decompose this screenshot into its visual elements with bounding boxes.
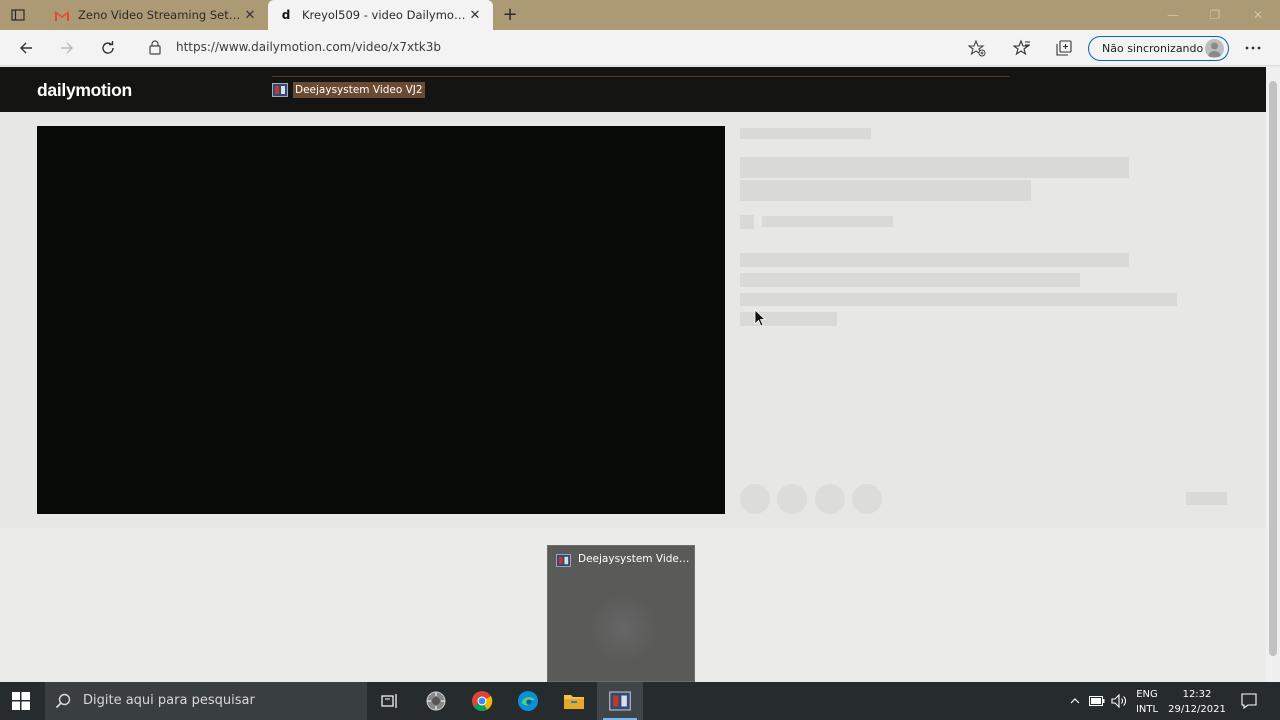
preview-title: Deejaysystem Video ... <box>578 553 690 565</box>
taskbar-search-box[interactable]: Digite aqui para pesquisar <box>45 682 367 720</box>
video-chip-label: Deejaysystem Video VJ2 <box>293 82 425 98</box>
page-scrollbar[interactable] <box>1266 67 1280 682</box>
tab-actions-icon[interactable] <box>10 7 26 23</box>
forward-button[interactable] <box>55 36 79 60</box>
windows-taskbar: Digite aqui para pesquisar ENG INTL 12:3… <box>0 682 1280 720</box>
tab-title: Kreyol509 - video Dailymotion <box>302 8 467 22</box>
notifications-icon[interactable] <box>1238 682 1260 720</box>
tab-dailymotion[interactable]: d Kreyol509 - video Dailymotion ✕ <box>268 0 493 30</box>
deejaysystem-app-icon <box>556 554 571 567</box>
lock-icon[interactable] <box>148 40 162 58</box>
collections-icon[interactable] <box>1052 36 1076 60</box>
windows-start-icon[interactable] <box>12 692 30 710</box>
header-divider <box>272 76 1010 77</box>
video-player[interactable] <box>37 126 725 514</box>
close-tab-icon[interactable]: ✕ <box>467 7 483 23</box>
lang-line1: ENG <box>1136 689 1158 700</box>
scrollbar-thumb[interactable] <box>1269 81 1277 656</box>
chrome-icon[interactable] <box>459 682 505 720</box>
skeleton-title-line <box>740 180 1031 201</box>
skeleton-action-button <box>815 484 845 514</box>
skeleton-title-line <box>740 157 1129 178</box>
lang-line2: INTL <box>1135 704 1159 715</box>
file-explorer-icon[interactable] <box>551 682 597 720</box>
taskbar-preview[interactable]: Deejaysystem Video ... <box>547 545 695 682</box>
add-favorite-icon[interactable] <box>967 39 986 60</box>
favorites-icon[interactable] <box>1010 36 1034 60</box>
skeleton-action-label <box>1186 492 1227 505</box>
skeleton-avatar <box>740 215 754 229</box>
clock-time: 12:32 <box>1182 689 1212 700</box>
skeleton-description-line <box>740 253 1129 267</box>
tab-zeno[interactable]: Zeno Video Streaming Setup Gu ✕ <box>44 0 268 30</box>
skeleton-meta <box>762 216 893 227</box>
mouse-cursor-icon <box>754 309 767 327</box>
deejaysystem-taskbar-icon[interactable] <box>597 682 643 720</box>
url-text: https://www.dailymotion.com/video/x7xtk3… <box>176 40 441 54</box>
minimize-icon[interactable]: — <box>1152 0 1194 30</box>
show-hidden-icons-icon[interactable] <box>1066 682 1084 720</box>
tab-strip: Zeno Video Streaming Setup Gu ✕ d Kreyol… <box>0 0 1280 30</box>
skeleton-description-line <box>740 293 1177 306</box>
back-button[interactable] <box>14 36 38 60</box>
avatar <box>1205 39 1224 58</box>
close-window-icon[interactable]: ✕ <box>1237 0 1279 30</box>
volume-icon[interactable] <box>1110 682 1128 720</box>
refresh-button[interactable] <box>96 36 120 60</box>
profile-label: Não sincronizando <box>1102 42 1204 55</box>
clock-date: 29/12/2021 <box>1168 704 1226 715</box>
site-header: dailymotion Deejaysystem Video VJ2 <box>0 67 1266 112</box>
search-icon <box>55 693 71 712</box>
system-clock[interactable]: 12:32 29/12/2021 <box>1166 687 1228 717</box>
video-chip[interactable]: Deejaysystem Video VJ2 <box>272 81 425 99</box>
skeleton-channel <box>740 128 871 139</box>
battery-icon[interactable] <box>1088 682 1106 720</box>
dailymotion-favicon-icon: d <box>281 8 291 22</box>
edge-icon[interactable] <box>505 682 551 720</box>
system-tool-icon[interactable] <box>413 682 459 720</box>
maximize-icon[interactable]: ❐ <box>1194 0 1236 30</box>
skeleton-action-button <box>740 484 770 514</box>
skeleton-action-button <box>852 484 882 514</box>
task-view-icon[interactable] <box>367 682 413 720</box>
browser-toolbar: https://www.dailymotion.com/video/x7xtk3… <box>0 30 1280 66</box>
new-tab-button[interactable]: + <box>500 4 520 26</box>
skeleton-action-button <box>777 484 807 514</box>
more-options-icon[interactable] <box>1241 36 1265 60</box>
dailymotion-logo[interactable]: dailymotion <box>37 80 132 101</box>
tab-title: Zeno Video Streaming Setup Gu <box>78 8 242 22</box>
preview-thumbnail <box>588 594 658 664</box>
profile-button[interactable]: Não sincronizando <box>1088 36 1229 61</box>
deejaysystem-app-icon <box>272 83 288 97</box>
gmail-icon <box>54 7 70 23</box>
search-placeholder: Digite aqui para pesquisar <box>83 693 255 708</box>
address-bar[interactable]: https://www.dailymotion.com/video/x7xtk3… <box>140 34 1000 62</box>
input-language-indicator[interactable]: ENG INTL <box>1134 687 1160 717</box>
close-tab-icon[interactable]: ✕ <box>242 7 258 23</box>
skeleton-description-line <box>740 273 1080 287</box>
